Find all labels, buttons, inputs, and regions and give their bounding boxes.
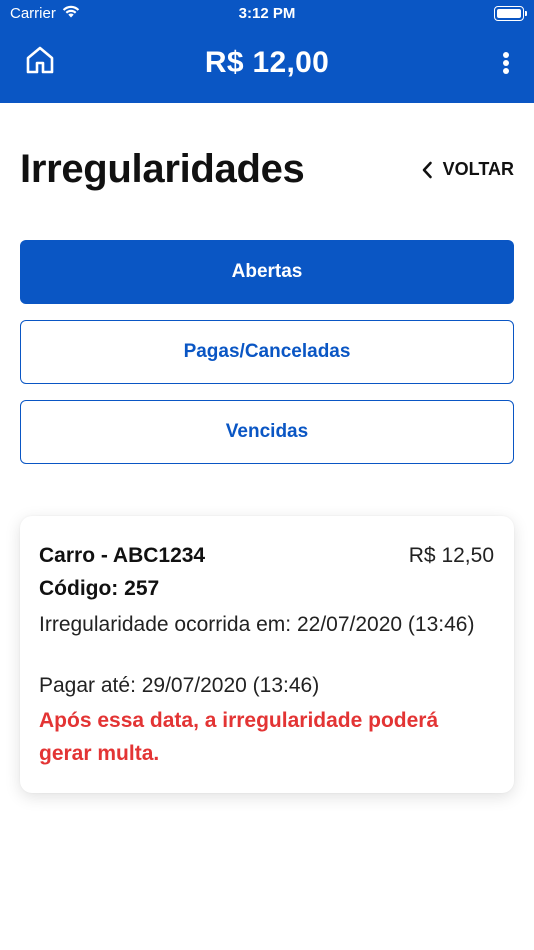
occurred-date: Irregularidade ocorrida em: 22/07/2020 (… (39, 613, 475, 636)
battery-icon (494, 6, 527, 21)
page-title: Irregularidades (20, 147, 305, 191)
top-bar: Carrier 3:12 PM R$ 12,00 (0, 0, 534, 103)
vehicle-plate: Carro - ABC1234 (39, 544, 206, 567)
status-bar: Carrier 3:12 PM (0, 0, 534, 28)
filter-open-button[interactable]: Abertas (20, 240, 514, 304)
status-time: 3:12 PM (238, 5, 296, 22)
filter-expired-button[interactable]: Vencidas (20, 400, 514, 464)
filter-open-label: Abertas (231, 261, 303, 282)
irregularity-code: Código: 257 (39, 577, 160, 600)
back-button[interactable]: VOLTAR (421, 159, 514, 180)
due-date: Pagar até: 29/07/2020 (13:46) (39, 674, 320, 697)
filter-expired-label: Vencidas (225, 421, 309, 442)
irregularity-amount: R$ 12,50 (408, 544, 494, 567)
filter-paid-label: Pagas/Canceladas (183, 341, 351, 362)
more-vertical-icon (503, 52, 509, 58)
fine-warning: Após essa data, a irregularidade poderá … (39, 709, 439, 765)
more-menu-button[interactable] (494, 48, 518, 78)
nav-bar: R$ 12,00 (0, 28, 534, 103)
balance-amount: R$ 12,00 (204, 46, 330, 79)
irregularity-card[interactable]: Carro - ABC1234 R$ 12,50 Código: 257 Irr… (20, 516, 514, 793)
filter-paid-button[interactable]: Pagas/Canceladas (20, 320, 514, 384)
back-label: VOLTAR (442, 159, 514, 179)
chevron-left-icon (421, 161, 433, 179)
